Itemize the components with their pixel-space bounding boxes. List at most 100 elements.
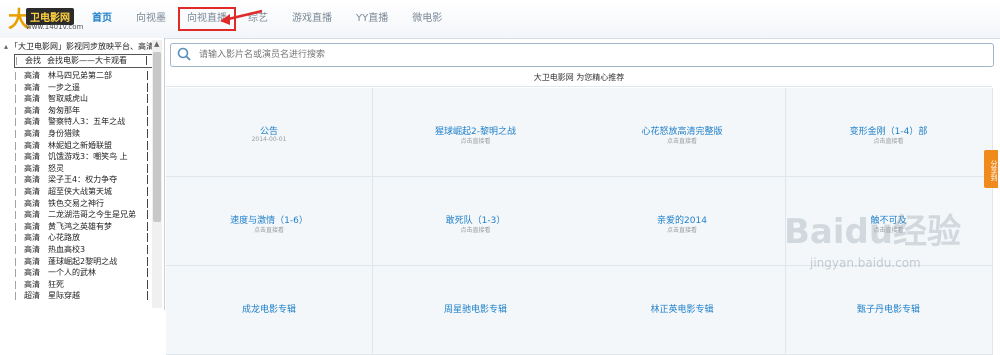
recommend-cell[interactable]: 亲爱的2014 点击直接看 [579, 177, 786, 266]
movie-title[interactable]: 二龙湖浩哥之今生是兄弟 [48, 210, 136, 219]
site-logo[interactable]: 大 卫电影网 www.1401v.com [8, 6, 84, 34]
movie-title[interactable]: 智取威虎山 [48, 94, 88, 103]
movie-title[interactable]: 黄飞鸿之英雄有梦 [48, 222, 112, 231]
movie-title[interactable]: 匆匆那年 [48, 106, 80, 115]
movie-title[interactable]: 怒灵 [48, 164, 64, 173]
scroll-up-icon[interactable]: ▲ [154, 40, 159, 48]
sidebar-list-item[interactable]: | 高清 林妮姐之新婚联盟 [14, 140, 154, 152]
movie-title[interactable]: 热血高校3 [48, 245, 85, 254]
search-input[interactable] [197, 47, 901, 63]
cell-title[interactable]: 甄子丹电影专辑 [786, 302, 992, 315]
sidebar-list-item[interactable]: | 高清 一个人的武林 [14, 267, 154, 279]
logo-url: www.1401v.com [26, 23, 84, 31]
quality-tag: 高清 [24, 233, 40, 243]
recommend-cell[interactable]: 变形金刚（1-4）部 点击直接看 [785, 88, 993, 177]
nav-item-video[interactable]: 向视墨 [124, 0, 178, 38]
sidebar-title[interactable]: ▴ 「大卫电影网」影视同步放映平台、高清、 [4, 41, 154, 52]
sidebar-list-item[interactable]: | 高清 梁子王4：权力争夺 [14, 174, 154, 186]
row-end-bar [147, 256, 148, 266]
recommend-cell[interactable]: 甄子丹电影专辑 [785, 266, 993, 355]
cell-subtitle: 点击直接看 [460, 138, 491, 145]
search-box[interactable] [170, 43, 994, 67]
sidebar-list-item[interactable]: | 高清 匆匆那年 [14, 105, 154, 117]
sidebar-list-item[interactable]: | 高清 智取威虎山 [14, 93, 154, 105]
sidebar-list-item[interactable]: | 高清 林马四兄弟第二部 [14, 70, 154, 82]
row-separator: | [14, 256, 17, 266]
recommend-cell[interactable]: 周星驰电影专辑 [372, 266, 580, 355]
sidebar-list-item[interactable]: | 高清 心花路放 [14, 232, 154, 244]
nav-item-game-live[interactable]: 游戏直播 [280, 0, 344, 38]
sidebar-list-item[interactable]: | 高清 超至侠大战第天城 [14, 186, 154, 198]
movie-title[interactable]: 梁子王4：权力争夺 [48, 175, 117, 184]
scrollbar-thumb[interactable] [153, 52, 161, 222]
sidebar-list-item[interactable]: | 高清 一步之遥 [14, 82, 154, 94]
sidebar-list-item[interactable]: | 高清 二龙湖浩哥之今生是兄弟 [14, 209, 154, 221]
movie-title[interactable]: 铁色交易之神行 [48, 199, 104, 208]
row-end-bar [147, 105, 148, 115]
movie-title[interactable]: 林妮姐之新婚联盟 [48, 141, 112, 150]
main-nav: 首页 向视墨 向视直播 综艺 游戏直播 YY直播 微电影 [80, 0, 454, 38]
sidebar-list-item[interactable]: | 高清 蓬球崛起2黎明之战 [14, 256, 154, 268]
sidebar-scrollbar[interactable]: ▲ [152, 40, 162, 308]
sidebar-list-item[interactable]: | 超清 星际穿越 [14, 290, 154, 302]
cell-title[interactable]: 周星驰电影专辑 [373, 302, 579, 315]
sidebar-list-item[interactable]: | 高清 铁色交易之神行 [14, 198, 154, 210]
movie-title[interactable]: 狂死 [48, 280, 64, 289]
sidebar-list-item[interactable]: | 高清 警察特人3：五年之战 [14, 116, 154, 128]
row-separator: | [14, 186, 17, 196]
row-end-bar [147, 128, 148, 138]
share-button[interactable]: 分享到 [984, 150, 998, 188]
recommend-cell[interactable]: 林正英电影专辑 [579, 266, 786, 355]
sidebar-list-item[interactable]: | 高清 身份猎赎 [14, 128, 154, 140]
sidebar-list-item[interactable]: | 高清 饥饿游戏3：嘲笑鸟 上 [14, 151, 154, 163]
sidebar-list-item[interactable]: | 会找 会找电影——大卡观看 [14, 54, 154, 68]
recommend-cell[interactable]: 猩球崛起2-黎明之战 点击直接看 [372, 88, 580, 177]
search-icon[interactable] [177, 47, 191, 61]
sidebar-list-item[interactable]: | 高清 狂死 [14, 279, 154, 291]
cell-title[interactable]: 成龙电影专辑 [166, 302, 372, 315]
quality-tag: 高清 [24, 186, 40, 196]
movie-title[interactable]: 会找电影——大卡观看 [47, 56, 127, 65]
cell-subtitle: 点击直接看 [873, 227, 904, 234]
cell-subtitle: 点击直接看 [873, 138, 904, 145]
nav-item-home[interactable]: 首页 [80, 0, 124, 38]
row-end-bar [147, 140, 148, 150]
recommend-cell[interactable]: 触不可及 点击直接看 [785, 177, 993, 266]
movie-title[interactable]: 星际穿越 [48, 291, 80, 300]
quality-tag: 高清 [24, 210, 40, 220]
sidebar-list-item[interactable]: | 高清 黄飞鸿之英雄有梦 [14, 221, 154, 233]
cell-subtitle: 点击直接看 [253, 227, 284, 234]
collapse-triangle-icon[interactable]: ▴ [4, 42, 8, 51]
sidebar-list-item[interactable]: | 高清 怒灵 [14, 163, 154, 175]
recommend-cell[interactable]: 速度与激情（1-6） 点击直接看 [166, 177, 373, 266]
movie-title[interactable]: 超至侠大战第天城 [48, 187, 112, 196]
movie-title[interactable]: 身份猎赎 [48, 129, 80, 138]
sidebar-list-item[interactable]: | 高清 热血高校3 [14, 244, 154, 256]
recommend-cell[interactable]: 心花怒放高清完整版 点击直接看 [579, 88, 786, 177]
movie-title[interactable]: 林马四兄弟第二部 [48, 71, 112, 80]
cell-title[interactable]: 林正英电影专辑 [579, 302, 785, 315]
movie-title[interactable]: 饥饿游戏3：嘲笑鸟 上 [48, 152, 128, 161]
row-end-bar [147, 291, 148, 301]
movie-title[interactable]: 一步之遥 [48, 83, 80, 92]
recommend-grid: 公告 2014-00-01 猩球崛起2-黎明之战 点击直接看 心花怒放高清完整版 点击直接… [166, 88, 993, 355]
recommend-cell[interactable]: 成龙电影专辑 [166, 266, 373, 355]
main-content: 大卫电影网 为您精心推荐 公告2014-00-01猩球崛起2-黎明之战点击直接看… [166, 38, 1000, 355]
row-separator: | [14, 128, 17, 138]
quality-tag: 高清 [24, 163, 40, 173]
row-separator: | [14, 82, 17, 92]
recommend-cell[interactable]: 敢死队（1-3） 点击直接看 [372, 177, 580, 266]
sidebar-title-text: 「大卫电影网」影视同步放映平台、高清、 [10, 42, 154, 51]
recommend-cell[interactable]: 公告 2014-00-01 [166, 88, 373, 177]
row-separator: | [14, 233, 17, 243]
nav-item-yy-live[interactable]: YY直播 [344, 0, 400, 38]
row-end-bar [146, 56, 147, 65]
quality-tag: 高清 [24, 175, 40, 185]
movie-title[interactable]: 一个人的武林 [48, 268, 96, 277]
row-end-bar [147, 279, 148, 289]
quality-tag: 高清 [24, 105, 40, 115]
nav-item-micro-film[interactable]: 微电影 [400, 0, 454, 38]
movie-title[interactable]: 心花路放 [48, 233, 80, 242]
movie-title[interactable]: 警察特人3：五年之战 [48, 117, 125, 126]
movie-title[interactable]: 蓬球崛起2黎明之战 [48, 257, 117, 266]
